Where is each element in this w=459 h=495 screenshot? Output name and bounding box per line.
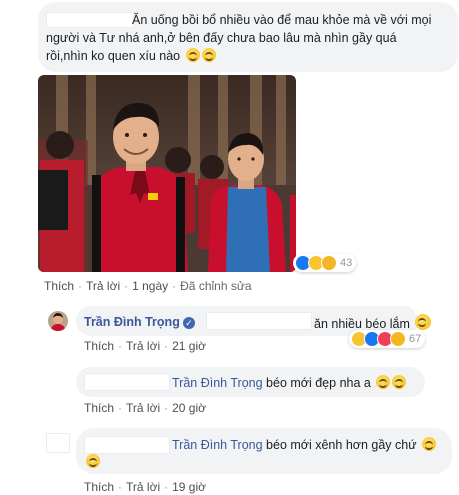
timestamp[interactable]: 1 ngày	[132, 279, 168, 293]
reaction-count: 43	[340, 257, 353, 269]
edited-label: Đã chỉnh sửa	[180, 279, 252, 293]
comment-text-line-3: rồi,nhìn ko quen xíu nào	[46, 48, 216, 64]
reaction-count: 67	[409, 333, 422, 345]
reaction-summary-2[interactable]: 67	[349, 330, 426, 348]
comment-actions-1: Thích · Trả lời · 1 ngày · Đã chỉnh sửa	[44, 279, 252, 293]
like-link[interactable]: Thích	[84, 401, 114, 415]
wow-reaction-icon	[390, 331, 406, 347]
like-link[interactable]: Thích	[44, 279, 74, 293]
comment-3-text: béo mới đẹp nha a	[266, 376, 371, 390]
timestamp[interactable]: 21 giờ	[172, 339, 206, 353]
redacted-commenter-name	[84, 373, 170, 391]
screaming-face-icon	[415, 314, 432, 330]
reply-link[interactable]: Trả lời	[126, 480, 160, 494]
comment-text-line-3-content: rồi,nhìn ko quen xíu nào	[46, 49, 181, 63]
reply-link[interactable]: Trả lời	[126, 339, 160, 353]
comment-4-text: béo mới xênh hơn gầy chứ	[266, 438, 417, 452]
grinning-face-icon	[376, 375, 391, 389]
comment-actions-4: Thích · Trả lời · 19 giờ	[84, 480, 206, 494]
avatar[interactable]	[48, 311, 68, 331]
reply-link[interactable]: Trả lời	[86, 279, 120, 293]
verified-badge-icon: ✓	[182, 317, 195, 329]
mention-link[interactable]: Trần Đình Trọng	[172, 376, 263, 390]
winking-tongue-face-icon	[392, 375, 407, 389]
comment-text-line-1: Ăn uống bồi bổ nhiều vào để mau khỏe mà …	[132, 13, 432, 27]
comment-author[interactable]: Trần Đình Trọng	[84, 315, 180, 329]
like-link[interactable]: Thích	[84, 339, 114, 353]
avatar-image	[48, 311, 68, 331]
comment-4-line-2	[84, 454, 100, 470]
comment-photo[interactable]	[38, 75, 296, 272]
grinning-face-icon	[422, 437, 437, 451]
comment-2-text-content: ăn nhiều béo lắm	[314, 317, 410, 331]
redacted-avatar	[46, 433, 70, 453]
mention-link[interactable]: Trần Đình Trọng	[172, 438, 263, 452]
timestamp[interactable]: 19 giờ	[172, 480, 206, 494]
redacted-commenter-name	[84, 436, 170, 454]
comment-3-content: Trần Đình Trọng béo mới đẹp nha a	[172, 375, 407, 391]
reply-link[interactable]: Trả lời	[126, 401, 160, 415]
timestamp[interactable]: 20 giờ	[172, 401, 206, 415]
grinning-face-icon	[201, 48, 216, 62]
reaction-summary-1[interactable]: 43	[293, 254, 357, 272]
redacted-commenter-name	[46, 12, 134, 28]
redacted-name	[206, 312, 312, 330]
comment-2-content: Trần Đình Trọng ✓	[84, 314, 195, 330]
comment-actions-2: Thích · Trả lời · 21 giờ	[84, 339, 206, 353]
grinning-face-icon	[86, 454, 100, 468]
wow-reaction-icon	[321, 255, 337, 271]
comment-text-line-2: người và Tư nhá anh,ở bên đấy chưa bao l…	[46, 31, 397, 45]
photo-players-illustration	[38, 75, 296, 272]
grinning-face-icon	[185, 48, 200, 62]
comment-4-content: Trần Đình Trọng béo mới xênh hơn gầy chứ	[172, 437, 437, 453]
like-link[interactable]: Thích	[84, 480, 114, 494]
comment-actions-3: Thích · Trả lời · 20 giờ	[84, 401, 206, 415]
